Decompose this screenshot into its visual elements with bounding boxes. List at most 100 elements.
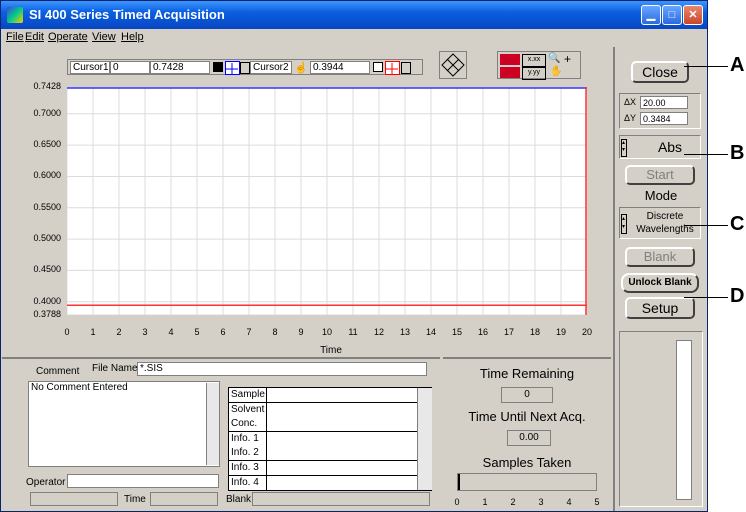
cursor2-lock-icon[interactable] — [401, 62, 411, 74]
app-window: SI 400 Series Timed Acquisition ▁ □ ✕ Fi… — [0, 0, 708, 512]
mode-selector[interactable]: ▴ ▾ Discrete Wavelengths — [619, 207, 701, 239]
abs-spinner-icon[interactable]: ▴ ▾ — [621, 139, 627, 157]
menu-view[interactable]: View — [92, 31, 116, 43]
close-button[interactable]: Close — [631, 61, 689, 83]
minimize-button[interactable]: ▁ — [641, 5, 661, 25]
abs-selector[interactable]: ▴ ▾ Abs — [619, 135, 701, 159]
dx-label: ΔX — [624, 97, 637, 107]
info-table: Sample Solvent Conc. Info. 1 Info. 2 Info. 3I… — [228, 387, 432, 491]
info-row-value[interactable] — [267, 431, 417, 447]
y-tick-label: 0.6500 — [33, 139, 61, 150]
x-tick-label: 4 — [168, 327, 174, 337]
crosshair-tool-icon[interactable]: + — [564, 52, 576, 66]
info-row-value[interactable] — [267, 461, 417, 476]
x-format-icon[interactable]: x.xx — [522, 54, 546, 67]
menu-edit[interactable]: Edit — [25, 31, 44, 43]
plot-area[interactable] — [67, 87, 587, 315]
comment-textarea[interactable]: No Comment Entered — [28, 381, 220, 467]
info-table-scrollbar[interactable] — [417, 388, 432, 490]
cursor-move-icon[interactable] — [439, 51, 467, 79]
delta-panel: ΔX 20.00 ΔY 0.3484 — [619, 93, 701, 129]
setup-button[interactable]: Setup — [625, 297, 695, 319]
start-button[interactable]: Start — [625, 165, 695, 185]
operator-field[interactable] — [67, 474, 219, 488]
y-format-icon[interactable]: y.yy — [522, 67, 546, 80]
x-autoscale-icon[interactable] — [500, 54, 520, 65]
x-tick-label: 6 — [220, 327, 226, 337]
y-tick-label: 0.3788 — [33, 309, 61, 319]
y-autoscale-icon[interactable] — [500, 67, 520, 78]
filename-label: File Name — [92, 363, 138, 374]
y-tick-label: 0.4000 — [33, 295, 61, 306]
close-window-button[interactable]: ✕ — [683, 5, 703, 25]
info-row-value[interactable] — [267, 417, 417, 433]
cursor1-style-icon[interactable] — [213, 62, 223, 72]
x-tick-label: 3 — [142, 327, 148, 337]
menu-operate[interactable]: Operate — [48, 31, 88, 43]
zoom-icon[interactable]: 🔍 — [548, 53, 560, 65]
y-tick-label: 0.7428 — [33, 81, 61, 91]
x-tick-label: 20 — [581, 327, 592, 337]
window-title: SI 400 Series Timed Acquisition — [29, 7, 225, 22]
unlock-blank-button[interactable]: Unlock Blank — [621, 273, 699, 293]
operator-label: Operator — [26, 477, 66, 488]
time-remaining-label: Time Remaining — [479, 366, 575, 381]
blank-button[interactable]: Blank — [625, 247, 695, 267]
cursor2-y-field[interactable]: 0.3944 — [310, 61, 370, 74]
cursor2-name[interactable]: Cursor2 — [250, 61, 292, 74]
x-tick-label: 7 — [246, 327, 252, 337]
menu-file[interactable]: File — [6, 31, 24, 43]
samples-tick-label: 4 — [566, 497, 572, 507]
acquisition-status-panel: Time Remaining 0 Time Until Next Acq. 0.… — [443, 357, 611, 511]
filename-field[interactable]: *.SIS — [137, 362, 427, 376]
cursor1-x-field[interactable]: 0 — [110, 61, 150, 74]
next-acq-label: Time Until Next Acq. — [468, 409, 586, 424]
info-row-value[interactable] — [267, 388, 417, 403]
info-row-label: Info. 2 — [229, 446, 267, 462]
callout-a-line — [684, 66, 728, 67]
vertical-progress-bar — [676, 340, 692, 500]
info-row-value[interactable] — [267, 475, 417, 491]
mode-value: Discrete Wavelengths — [636, 211, 694, 235]
info-row-label: Info. 3 — [229, 461, 267, 476]
bottom-info-panel: Comment File Name *.SIS No Comment Enter… — [2, 357, 440, 511]
callout-d-line — [684, 297, 728, 298]
x-tick-label: 10 — [321, 327, 332, 337]
cursor1-name[interactable]: Cursor1 — [70, 61, 110, 74]
y-tick-label: 0.7000 — [33, 107, 61, 118]
callout-b-line — [684, 154, 728, 155]
callout-a: A — [730, 54, 745, 76]
samples-taken-label: Samples Taken — [482, 455, 572, 470]
app-icon — [7, 7, 23, 23]
callout-b: B — [730, 142, 745, 164]
info-row-label: Info. 4 — [229, 475, 267, 491]
cursor2-crosshair-icon[interactable] — [385, 61, 400, 75]
maximize-button[interactable]: □ — [662, 5, 682, 25]
time-remaining-value: 0 — [501, 387, 553, 403]
cursor1-lock-icon[interactable] — [240, 62, 250, 74]
cursor2-style-icon[interactable] — [373, 62, 383, 72]
hand-cursor-icon[interactable]: ☝ — [294, 61, 308, 74]
x-tick-label: 15 — [451, 327, 462, 337]
time-field — [150, 492, 218, 506]
menu-help[interactable]: Help — [121, 31, 144, 43]
title-bar: SI 400 Series Timed Acquisition ▁ □ ✕ — [1, 1, 707, 29]
date-field — [30, 492, 118, 506]
progress-panel — [619, 331, 703, 507]
y-tick-label: 0.5500 — [33, 201, 61, 212]
info-row-label: Conc. — [229, 417, 267, 433]
samples-tick-label: 1 — [482, 497, 488, 507]
comment-scrollbar[interactable] — [206, 383, 219, 465]
x-tick-label: 9 — [298, 327, 304, 337]
x-tick-label: 0 — [64, 327, 70, 337]
pan-hand-icon[interactable]: ✋ — [550, 66, 562, 78]
grid — [67, 87, 587, 315]
mode-spinner-icon[interactable]: ▴ ▾ — [621, 214, 627, 234]
samples-progress-bar — [457, 473, 597, 491]
blank-status-field — [252, 492, 430, 506]
info-row-value[interactable] — [267, 402, 417, 418]
cursor1-crosshair-icon[interactable] — [225, 61, 240, 75]
cursor1-y-field[interactable]: 0.7428 — [150, 61, 210, 74]
info-row-value[interactable] — [267, 446, 417, 462]
dy-field: 0.3484 — [640, 112, 688, 125]
